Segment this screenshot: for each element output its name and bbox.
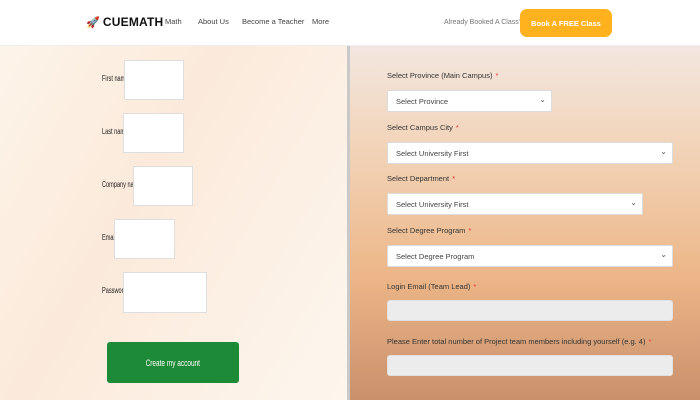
campus-city-value: Select University First [396,148,469,158]
department-select[interactable]: Select University First ⌄ [387,193,643,215]
department-label: Select Department * [387,174,456,183]
already-booked-link[interactable]: Already Booked A Class? [444,19,523,26]
nav-link-more[interactable]: More [312,17,329,26]
panel-divider [347,45,350,400]
last-name-input[interactable] [123,113,184,153]
book-free-class-label: Book A FREE Class [531,18,601,28]
brand-name: CUEMATH [102,15,164,29]
campus-city-select[interactable]: Select University First ⌄ [387,142,673,164]
brand-logo[interactable]: 🚀 CUEMATH [86,15,163,29]
nav-link-math[interactable]: Math [165,17,182,26]
province-select[interactable]: Select Province ⌄ [387,90,552,112]
first-name-input[interactable] [124,60,184,100]
chevron-down-icon: ⌄ [539,95,546,104]
login-email-input[interactable] [387,300,673,321]
top-header: 🚀 CUEMATH Math About Us Become a Teacher… [0,0,700,46]
login-email-label: Login Email (Team Lead) * [387,282,477,291]
province-label: Select Province (Main Campus) * [387,71,499,80]
company-name-input[interactable] [133,166,193,206]
password-input[interactable] [123,272,207,313]
nav-link-teacher[interactable]: Become a Teacher [242,17,304,26]
rocket-icon: 🚀 [86,16,100,29]
create-account-button[interactable]: Create my account [107,342,239,383]
degree-program-select[interactable]: Select Degree Program ⌄ [387,245,673,267]
chevron-down-icon: ⌄ [660,147,667,156]
degree-program-label: Select Degree Program * [387,226,472,235]
chevron-down-icon: ⌄ [630,198,637,207]
nav-link-about[interactable]: About Us [198,17,229,26]
team-members-label: Please Enter total number of Project tea… [387,337,652,346]
chevron-down-icon: ⌄ [660,250,667,259]
email-input[interactable] [114,219,175,259]
department-value: Select University First [396,199,469,209]
province-value: Select Province [396,96,449,106]
campus-city-label: Select Campus City * [387,123,459,132]
team-members-input[interactable] [387,355,673,376]
create-account-label: Create my account [145,357,201,368]
book-free-class-button[interactable]: Book A FREE Class [520,9,612,37]
degree-program-value: Select Degree Program [396,251,475,261]
